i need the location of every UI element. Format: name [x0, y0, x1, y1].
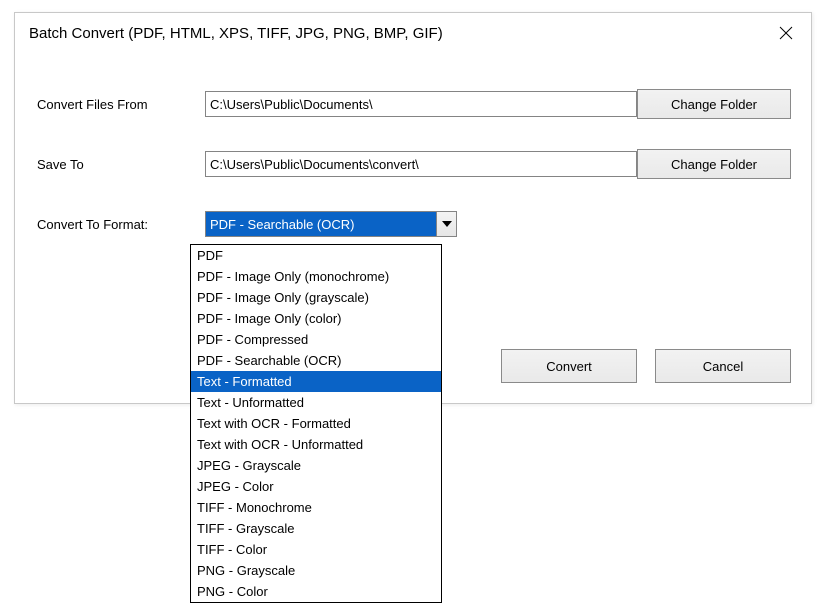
format-option[interactable]: Text - Formatted — [191, 371, 441, 392]
format-option[interactable]: TIFF - Monochrome — [191, 497, 441, 518]
convert-button[interactable]: Convert — [501, 349, 637, 383]
footer-buttons: Convert Cancel — [501, 349, 791, 383]
format-option[interactable]: Text - Unformatted — [191, 392, 441, 413]
format-option[interactable]: TIFF - Color — [191, 539, 441, 560]
row-format: Convert To Format: PDF - Searchable (OCR… — [35, 209, 791, 239]
close-button[interactable] — [769, 19, 803, 47]
save-to-input[interactable] — [205, 151, 637, 177]
format-option[interactable]: TIFF - Grayscale — [191, 518, 441, 539]
label-save-to: Save To — [35, 157, 205, 172]
change-folder-from-button[interactable]: Change Folder — [637, 89, 791, 119]
label-convert-from: Convert Files From — [35, 97, 205, 112]
row-convert-from: Convert Files From Change Folder — [35, 89, 791, 119]
dialog-title: Batch Convert (PDF, HTML, XPS, TIFF, JPG… — [29, 25, 443, 42]
convert-from-input[interactable] — [205, 91, 637, 117]
format-option[interactable]: JPEG - Grayscale — [191, 455, 441, 476]
format-option[interactable]: PNG - Grayscale — [191, 560, 441, 581]
format-option[interactable]: PDF — [191, 245, 441, 266]
dialog-content: Convert Files From Change Folder Save To… — [15, 53, 811, 239]
format-selected-value: PDF - Searchable (OCR) — [206, 212, 436, 236]
combobox-arrow[interactable] — [436, 212, 456, 236]
format-option[interactable]: PDF - Image Only (grayscale) — [191, 287, 441, 308]
format-option[interactable]: PDF - Image Only (color) — [191, 308, 441, 329]
row-save-to: Save To Change Folder — [35, 149, 791, 179]
format-option[interactable]: PNG - Color — [191, 581, 441, 602]
close-icon — [779, 26, 793, 40]
format-dropdown-list[interactable]: PDFPDF - Image Only (monochrome)PDF - Im… — [190, 244, 442, 603]
format-combobox[interactable]: PDF - Searchable (OCR) — [205, 211, 457, 237]
cancel-button[interactable]: Cancel — [655, 349, 791, 383]
format-option[interactable]: PDF - Searchable (OCR) — [191, 350, 441, 371]
chevron-down-icon — [442, 221, 452, 227]
format-option[interactable]: Text with OCR - Formatted — [191, 413, 441, 434]
change-folder-saveto-button[interactable]: Change Folder — [637, 149, 791, 179]
format-option[interactable]: JPEG - Color — [191, 476, 441, 497]
format-option[interactable]: PDF - Compressed — [191, 329, 441, 350]
format-option[interactable]: Text with OCR - Unformatted — [191, 434, 441, 455]
titlebar: Batch Convert (PDF, HTML, XPS, TIFF, JPG… — [15, 13, 811, 53]
label-format: Convert To Format: — [35, 217, 205, 232]
format-option[interactable]: PDF - Image Only (monochrome) — [191, 266, 441, 287]
